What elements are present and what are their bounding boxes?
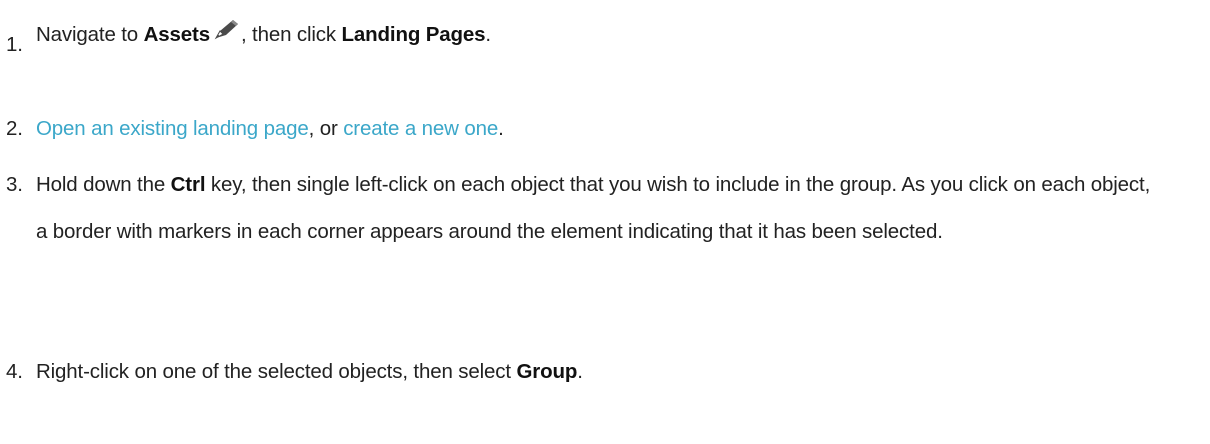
step-text-fragment: Hold down the (36, 173, 171, 196)
step-text-fragment: , or (308, 117, 344, 140)
step-text: Hold down the Ctrl key, then single left… (36, 162, 1166, 255)
assets-label: Assets (143, 23, 210, 46)
step-text-fragment: . (498, 117, 504, 140)
instruction-steps: 1. Navigate to Assets , then click Landin… (0, 0, 1210, 444)
step-text-fragment: . (577, 360, 583, 383)
step-text: Navigate to Assets , then click Landing P… (36, 16, 1166, 54)
group-label: Group (516, 360, 578, 383)
step-text: Right-click on one of the selected objec… (36, 353, 1166, 391)
step-text-fragment: , then click (240, 23, 342, 46)
pencil-icon (213, 18, 241, 42)
step-number: 1. (6, 33, 23, 56)
open-existing-landing-page-link[interactable]: Open an existing landing page (36, 117, 309, 140)
step-text-fragment: . (485, 23, 491, 46)
step-text: Open an existing landing page, or create… (36, 110, 1166, 148)
step-number: 4. (6, 360, 23, 383)
create-new-landing-page-link[interactable]: create a new one (343, 117, 498, 140)
step-number: 2. (6, 117, 23, 140)
step-text-fragment: Right-click on one of the selected objec… (36, 360, 517, 383)
landing-pages-label: Landing Pages (341, 23, 486, 46)
ctrl-key-label: Ctrl (170, 173, 206, 196)
step-number: 3. (6, 173, 23, 196)
step-text-fragment: Navigate to (36, 23, 144, 46)
